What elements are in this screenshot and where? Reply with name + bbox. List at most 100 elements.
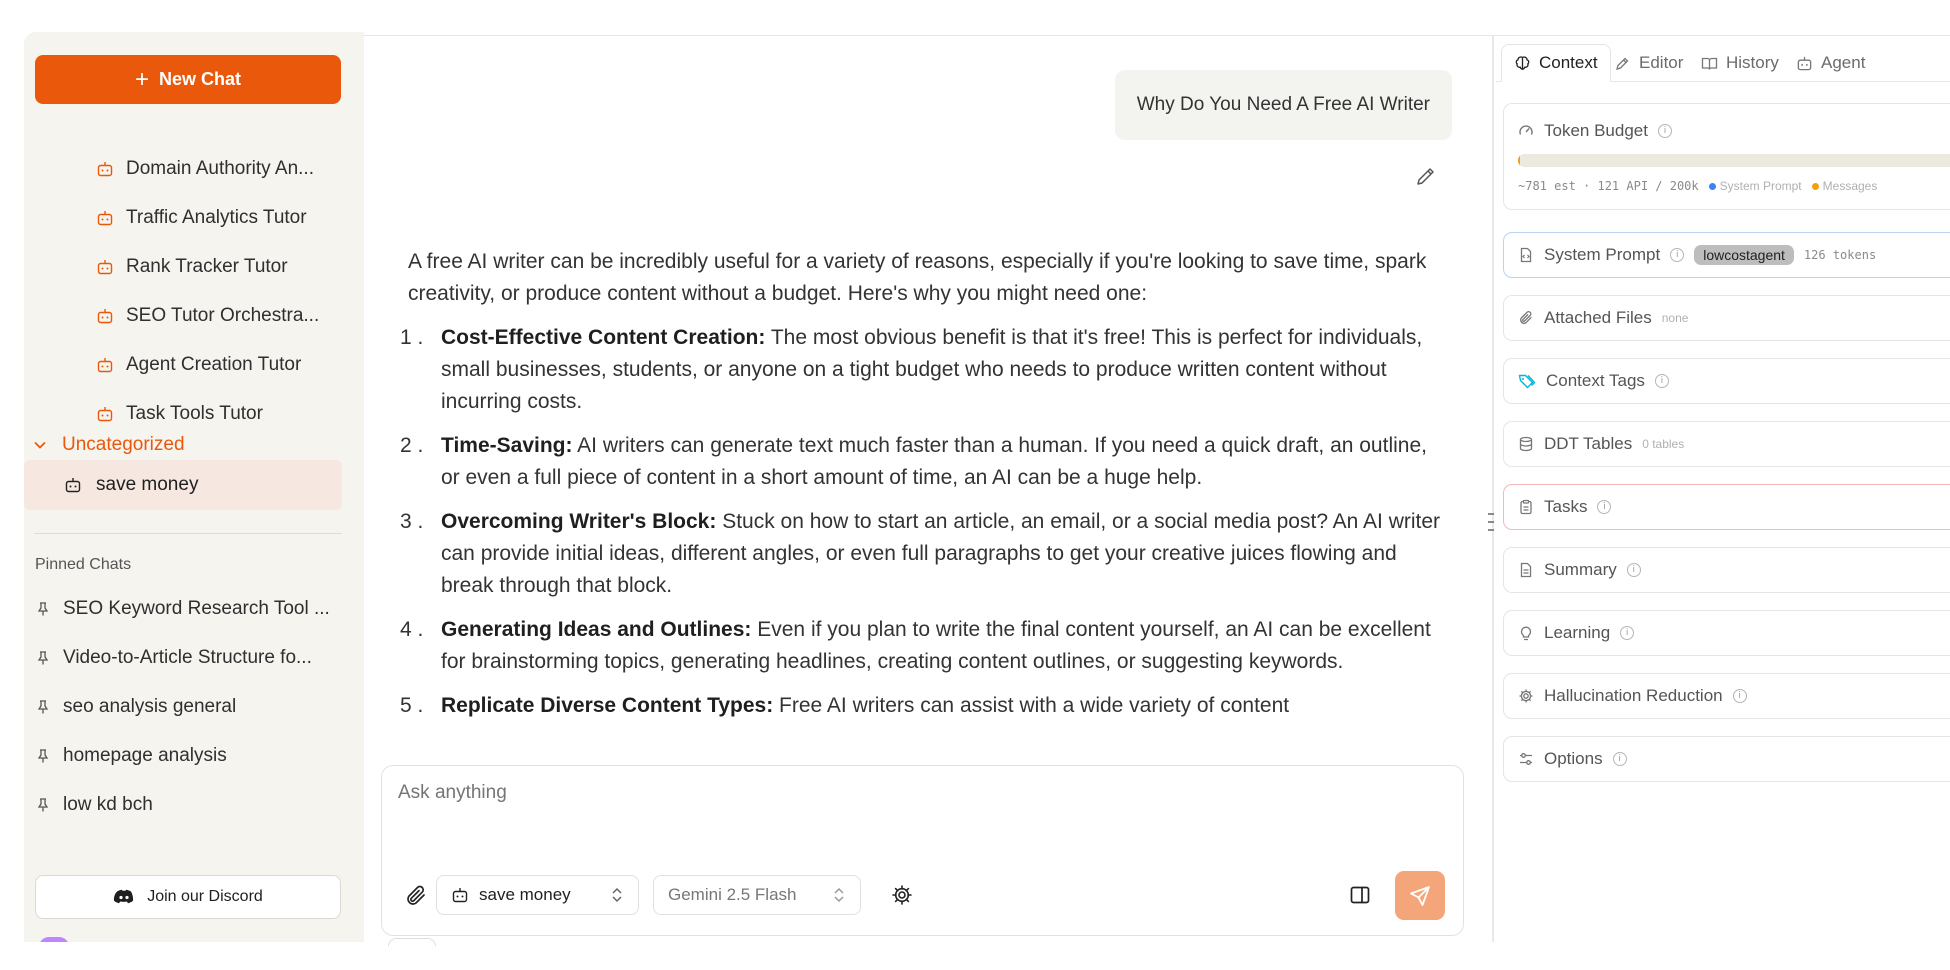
system-prompt-card[interactable]: System Prompt i lowcostagent 126 tokens [1503, 232, 1950, 278]
info-icon[interactable]: i [1597, 500, 1612, 514]
tab-context[interactable]: Context [1501, 44, 1611, 82]
token-budget-header[interactable]: Token Budget i [1518, 121, 1672, 141]
token-budget-card: Token Budget i ~781 est · 121 API / 200k… [1503, 103, 1950, 210]
sidebar-agent-label: Task Tools Tutor [126, 403, 263, 424]
panel-splitter[interactable] [1492, 36, 1494, 942]
pinned-chat-label: seo analysis general [63, 696, 237, 717]
send-button[interactable] [1395, 871, 1445, 920]
agent-badge: lowcostagent [1694, 245, 1794, 265]
info-icon[interactable]: i [1670, 248, 1685, 262]
token-budget-label: Token Budget [1544, 121, 1648, 140]
pinned-chat-item[interactable]: low kd bch [35, 794, 345, 816]
lightbulb-icon [1520, 626, 1532, 641]
attached-files-label: Attached Files [1544, 308, 1652, 327]
info-icon[interactable]: i [1657, 124, 1672, 138]
learning-label: Learning [1544, 623, 1611, 642]
pin-icon [37, 798, 49, 812]
tab-agent[interactable]: Agent [1796, 44, 1865, 82]
section-uncategorized[interactable]: Uncategorized [32, 434, 185, 456]
options-card[interactable]: Options i [1503, 736, 1950, 782]
sidebar-agent-item[interactable]: Traffic Analytics Tutor [96, 203, 307, 233]
new-chat-label: New Chat [159, 69, 242, 89]
pinned-chats-title: Pinned Chats [35, 556, 132, 573]
active-chat-label: save money [96, 474, 199, 495]
pinned-chat-label: low kd bch [63, 794, 153, 815]
info-icon[interactable]: i [1626, 563, 1641, 577]
point-text: Free AI writers can assist with a wide v… [773, 694, 1290, 717]
message-input[interactable] [398, 782, 1298, 804]
sidebar-agent-label: Domain Authority An... [126, 158, 314, 179]
pinned-chat-item[interactable]: homepage analysis [35, 745, 345, 767]
attached-files-card[interactable]: Attached Files none [1503, 295, 1950, 341]
summary-card[interactable]: Summary i [1503, 547, 1950, 593]
token-budget-fill [1518, 154, 1520, 167]
sidebar-agent-item[interactable]: Agent Creation Tutor [96, 350, 301, 380]
context-tags-label: Context Tags [1546, 371, 1645, 390]
new-chat-button[interactable]: + New Chat [35, 55, 341, 104]
pin-icon [37, 749, 49, 763]
chevron-down-icon [34, 441, 46, 449]
pin-icon [37, 651, 49, 665]
tab-editor[interactable]: Editor [1614, 44, 1683, 82]
info-icon[interactable]: i [1654, 374, 1669, 388]
sidebar-agent-item[interactable]: Task Tools Tutor [96, 399, 263, 429]
point-number: 4 . [400, 618, 424, 641]
attached-files-count: none [1661, 311, 1689, 325]
point-title: Cost-Effective Content Creation: [441, 326, 766, 349]
pinned-chat-label: homepage analysis [63, 745, 227, 766]
info-icon[interactable]: i [1612, 752, 1627, 766]
chevron-up-down-icon [834, 887, 844, 903]
sidebar-agent-item[interactable]: SEO Tutor Orchestra... [96, 301, 319, 331]
hallucination-label: Hallucination Reduction [1544, 686, 1723, 705]
avatar[interactable] [39, 937, 69, 942]
system-prompt-label: System Prompt [1544, 245, 1661, 264]
point-number: 1 . [400, 326, 424, 349]
tasks-card[interactable]: Tasks i [1503, 484, 1950, 530]
panel-toggle-icon[interactable] [1349, 884, 1371, 906]
hallucination-reduction-card[interactable]: Hallucination Reduction i [1503, 673, 1950, 719]
context-tags-card[interactable]: Context Tags i [1503, 358, 1950, 404]
pinned-chat-item[interactable]: seo analysis general [35, 696, 345, 718]
legend-system-prompt: System Prompt [1708, 179, 1802, 193]
bot-icon [97, 162, 113, 177]
gauge-icon [1519, 125, 1533, 135]
sidebar-agent-item[interactable]: Domain Authority An... [96, 154, 314, 184]
agent-select[interactable]: save money [436, 875, 639, 915]
sidebar-agent-item[interactable]: Rank Tracker Tutor [96, 252, 288, 282]
pinned-chat-item[interactable]: SEO Keyword Research Tool ... [35, 598, 345, 620]
edit-message-icon[interactable] [1414, 164, 1438, 188]
options-label: Options [1544, 749, 1603, 768]
legend-messages-label: Messages [1822, 179, 1878, 193]
answer-point: 3 . Overcoming Writer's Block: Stuck on h… [400, 506, 1448, 602]
answer-point: 5 . Replicate Diverse Content Types: Free… [400, 690, 1448, 722]
info-icon[interactable]: i [1620, 626, 1635, 640]
answer-list: 1 . Cost-Effective Content Creation: The … [400, 322, 1448, 722]
bot-icon [97, 260, 113, 275]
brain-icon [1515, 55, 1530, 70]
gear-icon[interactable] [891, 884, 913, 906]
token-budget-bar [1518, 154, 1950, 167]
answer-point: 2 . Time-Saving: AI writers can generate … [400, 430, 1448, 494]
tab-history[interactable]: History [1701, 44, 1779, 82]
info-icon[interactable]: i [1732, 689, 1747, 703]
drag-handle-icon[interactable] [1486, 513, 1496, 531]
sidebar-active-chat[interactable]: save money [24, 460, 342, 510]
pin-icon [37, 700, 49, 714]
tab-label: Context [1539, 53, 1598, 72]
user-message: Why Do You Need A Free AI Writer [1114, 70, 1452, 140]
join-discord-button[interactable]: Join our Discord [35, 875, 341, 919]
assistant-message: A free AI writer can be incredibly usefu… [400, 246, 1448, 734]
book-icon [1701, 57, 1718, 70]
composer: save money Gemini 2.5 Flash [381, 765, 1464, 936]
paperclip-icon[interactable] [404, 884, 428, 908]
pinned-chat-item[interactable]: Video-to-Article Structure fo... [35, 647, 345, 669]
bot-icon [97, 211, 113, 226]
clipboard-icon [1520, 499, 1532, 515]
token-usage: ~781 est · 121 API / 200k [1518, 179, 1699, 193]
answer-point: 4 . Generating Ideas and Outlines: Even i… [400, 614, 1448, 678]
point-title: Overcoming Writer's Block: [441, 510, 717, 533]
learning-card[interactable]: Learning i [1503, 610, 1950, 656]
model-select[interactable]: Gemini 2.5 Flash [653, 875, 861, 915]
ddt-tables-card[interactable]: DDT Tables 0 tables [1503, 421, 1950, 467]
pinned-chat-label: SEO Keyword Research Tool ... [63, 598, 330, 619]
